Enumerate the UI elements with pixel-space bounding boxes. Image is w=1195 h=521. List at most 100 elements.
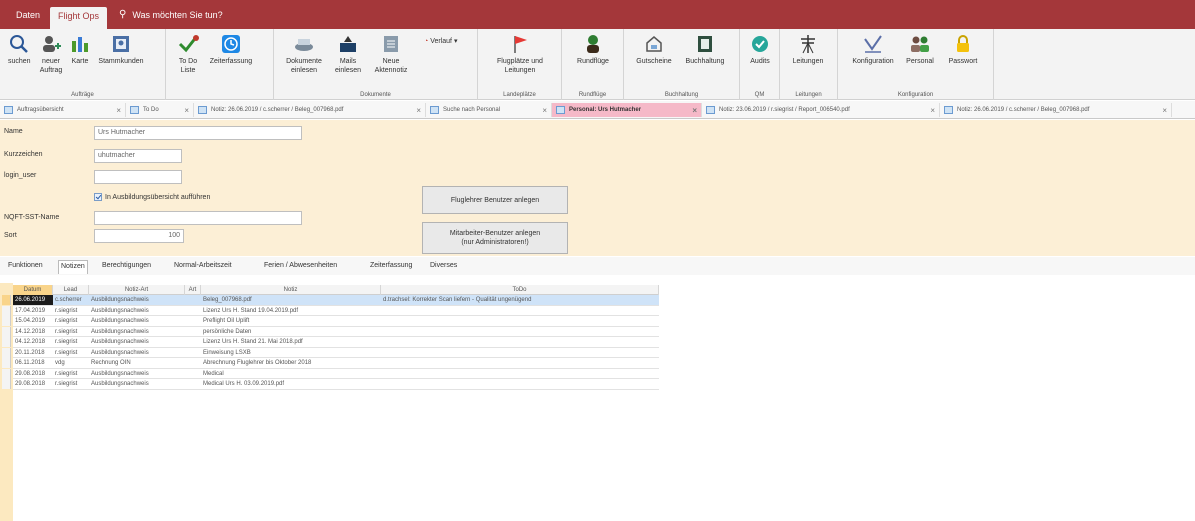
cell-todo[interactable] [381, 306, 659, 316]
cell-todo[interactable] [381, 369, 659, 379]
column-header-todo[interactable]: ToDo [381, 285, 659, 295]
neue-aktennotiz-button[interactable]: Neue Aktennotiz [370, 33, 412, 75]
doc-tab-notiz-1[interactable]: Notiz: 26.06.2019 / c.scherrer / Beleg_0… [194, 103, 426, 117]
cell-datum[interactable]: 29.08.2018 [13, 369, 53, 379]
cell-art[interactable] [185, 348, 201, 358]
table-row[interactable]: 17.04.2019 r.siegrist Ausbildungsnachweis L… [2, 305, 659, 316]
mails-einlesen-button[interactable]: Mails einlesen [332, 33, 364, 75]
audits-button[interactable]: Audits [746, 33, 774, 66]
todo-liste-button[interactable]: To Do Liste [174, 33, 202, 75]
karte-button[interactable]: Karte [68, 33, 92, 66]
cell-notiz[interactable]: Abrechnung Fluglehrer bis Oktober 2018 [201, 358, 381, 368]
personal-button[interactable]: Personal [900, 33, 940, 66]
cell-datum[interactable]: 14.12.2018 [13, 327, 53, 337]
cell-todo[interactable] [381, 316, 659, 326]
suchen-button[interactable]: suchen [8, 33, 31, 66]
gutscheine-button[interactable]: Gutscheine [630, 33, 678, 66]
cell-lead[interactable]: r.siegrist [53, 369, 89, 379]
name-field[interactable]: Urs Hutmacher [94, 126, 302, 140]
flugplaetze-button[interactable]: Flugplätze und Leitungen [492, 33, 548, 75]
doc-tab-suche-personal[interactable]: Suche nach Personal × [426, 103, 552, 117]
cell-notiz-art[interactable]: Ausbildungsnachweis [89, 327, 185, 337]
table-row[interactable]: 26.06.2019 c.scherrer Ausbildungsnachweis B… [2, 295, 659, 306]
row-selector[interactable] [2, 326, 11, 337]
konfiguration-button[interactable]: Konfiguration [848, 33, 898, 66]
cell-notiz[interactable]: Medical [201, 369, 381, 379]
dokumente-einlesen-button[interactable]: Dokumente einlesen [282, 33, 326, 75]
row-selector[interactable] [2, 358, 11, 368]
tab-notizen[interactable]: Notizen [58, 260, 88, 274]
cell-art[interactable] [185, 369, 201, 379]
cell-datum[interactable]: 29.08.2018 [13, 379, 53, 389]
cell-notiz-art[interactable]: Ausbildungsnachweis [89, 337, 185, 347]
cell-lead[interactable]: r.siegrist [53, 337, 89, 347]
cell-notiz[interactable]: Einweisung LSXB [201, 348, 381, 358]
cell-notiz[interactable]: Preflight Oil Uplift [201, 316, 381, 326]
cell-lead[interactable]: r.siegrist [53, 348, 89, 358]
cell-datum[interactable]: 26.06.2019 [13, 295, 53, 305]
cell-notiz[interactable]: Lizenz Urs H. Stand 21. Mai 2018.pdf [201, 337, 381, 347]
cell-art[interactable] [185, 379, 201, 389]
cell-lead[interactable]: c.scherrer [53, 295, 89, 305]
close-icon[interactable]: × [416, 106, 421, 115]
column-header-datum[interactable]: Datum [13, 285, 53, 295]
close-icon[interactable]: × [542, 106, 547, 115]
menu-tab-daten[interactable]: Daten [8, 6, 48, 24]
tab-zeiterfassung[interactable]: Zeiterfassung [368, 260, 414, 274]
kurzzeichen-field[interactable]: uhutmacher [94, 149, 182, 163]
cell-todo[interactable]: d.trachsel: Korrekter Scan liefern - Qua… [381, 295, 659, 305]
table-row[interactable]: 29.08.2018 r.siegrist Ausbildungsnachweis M… [2, 368, 659, 379]
sort-field[interactable]: 100 [94, 229, 184, 243]
cell-art[interactable] [185, 295, 201, 305]
table-row[interactable]: 14.12.2018 r.siegrist Ausbildungsnachweis p… [2, 326, 659, 337]
passwort-button[interactable]: Passwort [942, 33, 984, 66]
cell-lead[interactable]: r.siegrist [53, 316, 89, 326]
row-selector[interactable] [2, 368, 11, 379]
cell-notiz-art[interactable]: Rechnung OIN [89, 358, 185, 368]
row-selector[interactable] [2, 379, 11, 389]
cell-notiz[interactable]: Lizenz Urs H. Stand 19.04.2019.pdf [201, 306, 381, 316]
ausbildung-checkbox-row[interactable]: In Ausbildungsübersicht aufführen [94, 193, 210, 201]
row-selector[interactable] [2, 316, 11, 326]
tab-ferien-abwesenheiten[interactable]: Ferien / Abwesenheiten [262, 260, 339, 274]
tab-diverses[interactable]: Diverses [428, 260, 459, 274]
cell-notiz-art[interactable]: Ausbildungsnachweis [89, 348, 185, 358]
cell-lead[interactable]: r.siegrist [53, 306, 89, 316]
column-header-notiz[interactable]: Notiz [201, 285, 381, 295]
cell-notiz[interactable]: persönliche Daten [201, 327, 381, 337]
column-header-art[interactable]: Art [185, 285, 201, 295]
ausbildung-checkbox[interactable] [94, 193, 102, 201]
nqft-field[interactable] [94, 211, 302, 225]
cell-notiz[interactable]: Medical Urs H. 03.09.2019.pdf [201, 379, 381, 389]
cell-lead[interactable]: r.siegrist [53, 327, 89, 337]
close-icon[interactable]: × [184, 106, 189, 115]
row-selector[interactable] [2, 295, 11, 305]
cell-notiz-art[interactable]: Ausbildungsnachweis [89, 295, 185, 305]
leitungen-button[interactable]: Leitungen [788, 33, 828, 66]
zeiterfassung-button[interactable]: Zeiterfassung [206, 33, 256, 66]
cell-todo[interactable] [381, 379, 659, 389]
tab-funktionen[interactable]: Funktionen [6, 260, 45, 274]
buchhaltung-button[interactable]: Buchhaltung [680, 33, 730, 66]
mitarbeiter-benutzer-button[interactable]: Mitarbeiter-Benutzer anlegen (nur Admini… [422, 222, 568, 254]
cell-notiz-art[interactable]: Ausbildungsnachweis [89, 379, 185, 389]
verlauf-dropdown[interactable]: ◔ Verlauf ▾ [424, 37, 468, 46]
column-header-lead[interactable]: Lead [53, 285, 89, 295]
table-row[interactable]: 15.04.2019 r.siegrist Ausbildungsnachweis P… [2, 316, 659, 327]
neuer-auftrag-button[interactable]: neuer Auftrag [36, 33, 66, 75]
login-user-field[interactable] [94, 170, 182, 184]
cell-datum[interactable]: 20.11.2018 [13, 348, 53, 358]
cell-art[interactable] [185, 306, 201, 316]
cell-art[interactable] [185, 337, 201, 347]
doc-tab-personal[interactable]: Personal: Urs Hutmacher × [552, 103, 702, 117]
cell-todo[interactable] [381, 358, 659, 368]
table-row[interactable]: 20.11.2018 r.siegrist Ausbildungsnachweis E… [2, 347, 659, 358]
rundfluege-button[interactable]: Rundflüge [572, 33, 614, 66]
row-selector[interactable] [2, 337, 11, 347]
doc-tab-auftragsuebersicht[interactable]: Auftragsübersicht × [0, 103, 126, 117]
tab-berechtigungen[interactable]: Berechtigungen [100, 260, 153, 274]
cell-datum[interactable]: 17.04.2019 [13, 306, 53, 316]
menu-tab-flight-ops[interactable]: Flight Ops [50, 7, 108, 29]
cell-todo[interactable] [381, 327, 659, 337]
cell-notiz-art[interactable]: Ausbildungsnachweis [89, 369, 185, 379]
